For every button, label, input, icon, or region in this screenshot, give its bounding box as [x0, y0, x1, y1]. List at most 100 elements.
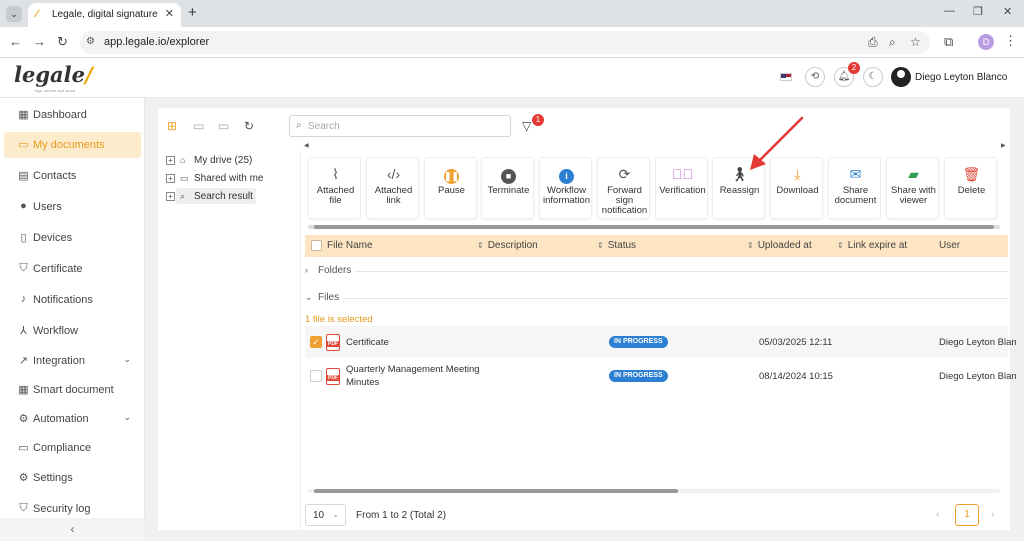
zoom-icon[interactable]: ⌕	[889, 35, 896, 50]
verification-button[interactable]: ✓⃝ Verification	[655, 157, 708, 219]
theme-toggle-icon[interactable]: ☾	[863, 67, 883, 87]
page-1-button[interactable]: 1	[955, 504, 979, 526]
folder-icon: ▭	[180, 173, 189, 183]
sidebar-item-notifications[interactable]: ♪ Notifications	[4, 287, 141, 313]
file-name[interactable]: Certificate	[346, 336, 389, 349]
terminate-button[interactable]: ■ Terminate	[481, 157, 534, 219]
action-label: Attached file	[316, 185, 355, 206]
refresh-icon[interactable]: ↻	[244, 119, 254, 133]
search-box[interactable]: ⌕	[289, 115, 511, 137]
column-file-name[interactable]: File Name	[327, 240, 373, 251]
share-document-button[interactable]: ✉ Share document	[828, 157, 881, 219]
remove-folder-icon[interactable]: ▭	[218, 119, 229, 133]
column-user[interactable]: User	[939, 240, 960, 251]
filter-count-badge: 1	[532, 114, 544, 126]
new-tab-icon[interactable]: +	[188, 4, 197, 21]
sidebar-item-my-documents[interactable]: ▭ My documents	[4, 132, 141, 158]
column-status[interactable]: ⇕ Status	[597, 240, 636, 251]
column-uploaded-at[interactable]: ⇕ Uploaded at	[747, 240, 812, 251]
file-type-label: PDF	[326, 341, 340, 347]
table-scrollbar[interactable]	[308, 489, 1000, 493]
toolbar-scrollbar[interactable]	[308, 225, 1000, 229]
favicon-icon: ⁄	[36, 8, 38, 20]
expand-icon[interactable]: +	[166, 156, 175, 165]
prev-page-icon[interactable]: ‹	[936, 509, 939, 520]
sidebar-item-workflow[interactable]: ⅄ Workflow	[4, 318, 141, 344]
minimize-icon[interactable]: —	[944, 5, 955, 17]
tree-item-label: My drive (25)	[194, 155, 253, 166]
pagination-range: From 1 to 2 (Total 2)	[356, 510, 447, 521]
file-name-line: Minutes	[346, 377, 380, 388]
sidebar-item-contacts[interactable]: ▤ Contacts	[4, 163, 141, 189]
sidebar-item-label: Smart document	[33, 384, 114, 396]
table-row[interactable]: PDF Quarterly Management Meeting Minutes …	[305, 360, 1017, 392]
forward-sign-notification-button[interactable]: ⟳ Forward sign notification	[597, 157, 650, 219]
expand-icon[interactable]: +	[166, 192, 175, 201]
scroll-left-icon[interactable]: ◀	[304, 142, 309, 149]
close-tab-icon[interactable]: ✕	[165, 7, 174, 20]
action-label: Attached link	[374, 185, 413, 206]
close-window-icon[interactable]: ✕	[1003, 5, 1012, 18]
sidebar-item-dashboard[interactable]: ▦ Dashboard	[4, 102, 141, 128]
reload-icon[interactable]: ↻	[57, 34, 68, 50]
attached-link-button[interactable]: ‹/› Attached link	[366, 157, 419, 219]
row-checkbox[interactable]	[310, 370, 322, 382]
user-name[interactable]: Diego Leyton Blanco	[915, 72, 1007, 83]
column-description[interactable]: ⇕ Description	[477, 240, 538, 251]
folder-icon: ▭	[18, 139, 29, 151]
filter-icon[interactable]: ▽	[522, 119, 531, 133]
sidebar-item-compliance[interactable]: ▭ Compliance	[4, 435, 141, 461]
site-info-icon[interactable]: ⚙	[86, 36, 95, 47]
legale-logo[interactable]: legale/	[14, 62, 93, 87]
sidebar-item-devices[interactable]: ▯ Devices	[4, 225, 141, 251]
scroll-right-icon[interactable]: ▶	[1001, 142, 1006, 149]
scrollbar-thumb[interactable]	[314, 225, 994, 229]
divider	[355, 271, 1008, 272]
sidebar-item-users[interactable]: ● Users	[4, 194, 141, 220]
new-folder-icon[interactable]: ⊞	[167, 119, 177, 133]
sort-icon: ⇕	[747, 241, 754, 250]
sidebar-item-certificate[interactable]: ⛉ Certificate	[4, 256, 141, 282]
file-name[interactable]: Quarterly Management Meeting Minutes	[346, 363, 480, 389]
sidebar-item-settings[interactable]: ⚙ Settings	[4, 465, 141, 491]
page-size-select[interactable]: 10 ⌄	[305, 504, 346, 526]
trash-icon: 🗑︎	[962, 166, 981, 182]
sidebar-collapse-button[interactable]: ‹	[0, 518, 145, 541]
install-app-icon[interactable]: ⎙	[868, 35, 878, 50]
gear-icon: ⚙	[18, 472, 29, 484]
url-bar[interactable]: ⚙ app.legale.io/explorer ⎙ ⌕ ☆	[80, 31, 930, 54]
browser-menu-icon[interactable]: ⋮	[1004, 33, 1017, 49]
sidebar-item-integration[interactable]: ↗ Integration ⌄	[4, 348, 141, 374]
bookmark-star-icon[interactable]: ☆	[910, 35, 921, 49]
back-icon[interactable]: ←	[9, 34, 22, 49]
column-link-expire-at[interactable]: ⇕ Link expire at	[837, 240, 907, 251]
forward-icon[interactable]: →	[33, 34, 46, 49]
files-group[interactable]: ⌄ Files	[305, 292, 1008, 306]
user-avatar[interactable]	[891, 67, 911, 87]
expand-icon[interactable]: +	[166, 174, 175, 183]
search-input[interactable]	[308, 119, 504, 133]
table-row[interactable]: ✓ PDF Certificate IN PROGRESS 05/03/2025…	[305, 326, 1017, 358]
move-folder-icon[interactable]: ▭	[193, 119, 204, 133]
support-icon[interactable]: ⟲	[805, 67, 825, 87]
sidebar-item-label: Workflow	[33, 325, 79, 337]
extensions-icon[interactable]: ⧉	[944, 34, 953, 50]
share-with-viewer-button[interactable]: ▰ Share with viewer	[886, 157, 939, 219]
sidebar-item-smart-document[interactable]: ▦ Smart document	[4, 377, 141, 403]
select-all-checkbox[interactable]	[311, 240, 322, 251]
sidebar-item-automation[interactable]: ⚙ Automation ⌄	[4, 406, 141, 432]
restore-icon[interactable]: ❐	[973, 5, 983, 18]
folders-group[interactable]: › Folders	[305, 265, 1008, 279]
tab-search-icon[interactable]: ⌄	[6, 6, 22, 22]
next-page-icon[interactable]: ›	[991, 509, 994, 520]
scrollbar-thumb[interactable]	[314, 489, 678, 493]
us-flag-icon[interactable]	[780, 73, 792, 81]
pause-button[interactable]: ❚❚ Pause	[424, 157, 477, 219]
row-checkbox[interactable]: ✓	[310, 336, 322, 348]
profile-avatar[interactable]: D	[978, 34, 994, 50]
group-label: Folders	[318, 265, 352, 276]
browser-tab[interactable]: ⁄ Legale, digital signature ✕	[28, 3, 181, 27]
delete-button[interactable]: 🗑︎ Delete	[944, 157, 997, 219]
attached-file-button[interactable]: ⌇ Attached file	[308, 157, 361, 219]
workflow-information-button[interactable]: i Workflow information	[539, 157, 592, 219]
